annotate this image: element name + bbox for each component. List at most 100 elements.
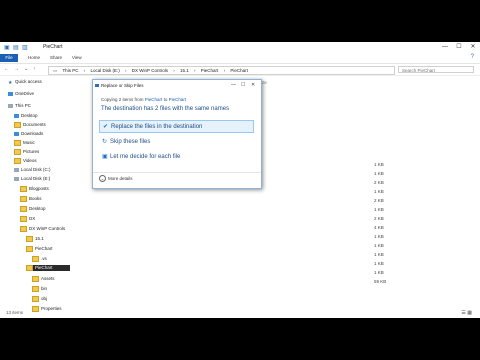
folder-icon [26,236,33,242]
crumb-separator: › [125,68,127,73]
back-icon[interactable]: ← [4,66,9,72]
title-bar: ▣ ▤ ▥ PieChart — ☐ ✕ [0,42,480,53]
cloud-icon [8,91,13,96]
address-bar-row: ← → ⌄ ↑ ▭ This PC › Local Disk (E:) › DX… [0,64,480,76]
replace-files-option[interactable]: ✔ Replace the files in the destination [99,120,254,133]
folder-icon [14,113,19,118]
nav-books[interactable]: Books [20,196,42,202]
nav-piechart[interactable]: PieChart [26,246,53,252]
properties-icon[interactable]: ▤ [13,44,19,51]
size-cell: 1 KB [374,189,384,194]
nav-local-disk-e[interactable]: Local Disk (E:) [14,176,50,181]
more-details-button[interactable]: ⌄ More details [99,175,133,182]
pc-icon [8,103,13,108]
tab-file[interactable]: File [0,54,18,62]
folder-icon [20,196,27,202]
quick-access-icon[interactable]: ▣ [4,44,10,51]
navigation-pane: ★ Quick access OneDrive This PC Desktop D… [0,76,76,312]
size-cell: 1 KB [374,270,384,275]
tab-home[interactable]: Home [28,54,40,62]
nav-desktop[interactable]: Desktop [14,113,38,118]
view-toggle-icon[interactable]: ☰ ▦ [461,308,472,318]
crumb-separator: › [83,68,86,73]
dialog-minimize-button[interactable]: — [231,82,236,88]
copy-description: Copying 2 items from PieChart to PieChar… [101,97,187,102]
new-folder-icon[interactable]: ▥ [22,44,28,51]
drive-icon [14,176,19,181]
nav-piechart-selected[interactable]: PieChart [26,265,70,271]
maximize-button[interactable]: ☐ [452,43,466,52]
recent-chevron-icon[interactable]: ⌄ [24,66,28,72]
nav-downloads[interactable]: Downloads [14,131,43,136]
nav-videos[interactable]: Videos [14,158,37,164]
search-input[interactable]: Search PieChart [398,66,474,73]
dialog-heading: The destination has 2 files with the sam… [101,106,230,112]
folder-icon [14,149,21,155]
size-cell: 4 KB [374,225,384,230]
crumb-local-disk[interactable]: Local Disk (E:) [90,68,119,73]
folder-icon [26,246,33,252]
crumb-dx-controls[interactable]: DX WinP Controls [132,68,168,73]
nav-quick-access[interactable]: ★ Quick access [8,79,42,86]
crumb-separator: › [223,68,226,73]
divider [93,172,261,173]
up-icon[interactable]: ↑ [33,66,36,72]
source-link[interactable]: PieChart [145,97,163,102]
nav-local-disk-c[interactable]: Local Disk (C:) [14,167,51,172]
copy-icon [95,84,99,87]
nav-dx-winp-controls[interactable]: DX WinP Controls [20,226,65,232]
folder-icon [20,206,27,212]
folder-icon [20,216,27,222]
nav-desktop-folder[interactable]: Desktop [20,206,46,212]
tab-view[interactable]: View [72,54,82,62]
drive-icon [14,167,19,172]
nav-obj[interactable]: obj [32,296,47,302]
crumb-this-pc[interactable]: This PC [62,68,78,73]
nav-bin[interactable]: bin [32,286,47,292]
nav-music[interactable]: Music [14,140,35,146]
close-button[interactable]: ✕ [466,43,480,52]
nav-15-1[interactable]: 15.1 [26,236,44,242]
skip-icon: ↻ [102,139,108,145]
nav-this-pc[interactable]: This PC [8,103,31,108]
folder-icon [20,226,27,232]
checkmark-icon: ✔ [103,124,109,130]
crumb-piechart-sub[interactable]: PieChart [230,68,248,73]
nav-assets[interactable]: Assets [32,276,55,282]
minimize-button[interactable]: — [438,43,452,52]
size-cell: 1 KB [374,207,384,212]
size-cell: 1 KB [374,252,384,257]
nav-onedrive[interactable]: OneDrive [8,91,34,96]
skip-files-option[interactable]: ↻ Skip these files [99,136,254,149]
address-bar[interactable]: ▭ This PC › Local Disk (E:) › DX WinP Co… [48,66,395,75]
folder-icon [32,276,39,282]
crumb-version[interactable]: 15.1 [180,68,189,73]
destination-link[interactable]: PieChart [169,97,187,102]
folder-icon [20,186,27,192]
pc-icon: ▭ [53,68,58,73]
item-count: 13 items [6,310,24,315]
crumb-separator: › [194,68,196,73]
size-cell: 1 KB [374,234,384,239]
folder-icon [14,131,19,136]
crumb-separator: › [173,68,175,73]
dialog-title: Replace or Skip Files [101,83,144,88]
tab-share[interactable]: Share [50,54,62,62]
folder-icon [14,122,21,128]
nav-blogposts[interactable]: Blogposts [20,186,49,192]
crumb-piechart[interactable]: PieChart [201,68,219,73]
decide-each-file-option[interactable]: ▣ Let me decide for each file [99,151,254,164]
dialog-maximize-button[interactable]: ☐ [241,82,245,88]
forward-icon[interactable]: → [14,66,19,72]
nav-dx[interactable]: DX [20,216,35,222]
nav-pictures[interactable]: Pictures [14,149,39,155]
size-cell: 2 KB [374,180,384,185]
dialog-close-button[interactable]: ✕ [251,82,255,88]
help-icon[interactable]: ? [471,54,474,60]
size-cell: 2 KB [374,216,384,221]
window-title: PieChart [43,44,63,50]
nav-documents[interactable]: Documents [14,122,46,128]
status-bar: 13 items ☰ ▦ [0,308,480,318]
nav-vs[interactable]: .vs [32,256,47,262]
folder-icon [32,286,39,292]
